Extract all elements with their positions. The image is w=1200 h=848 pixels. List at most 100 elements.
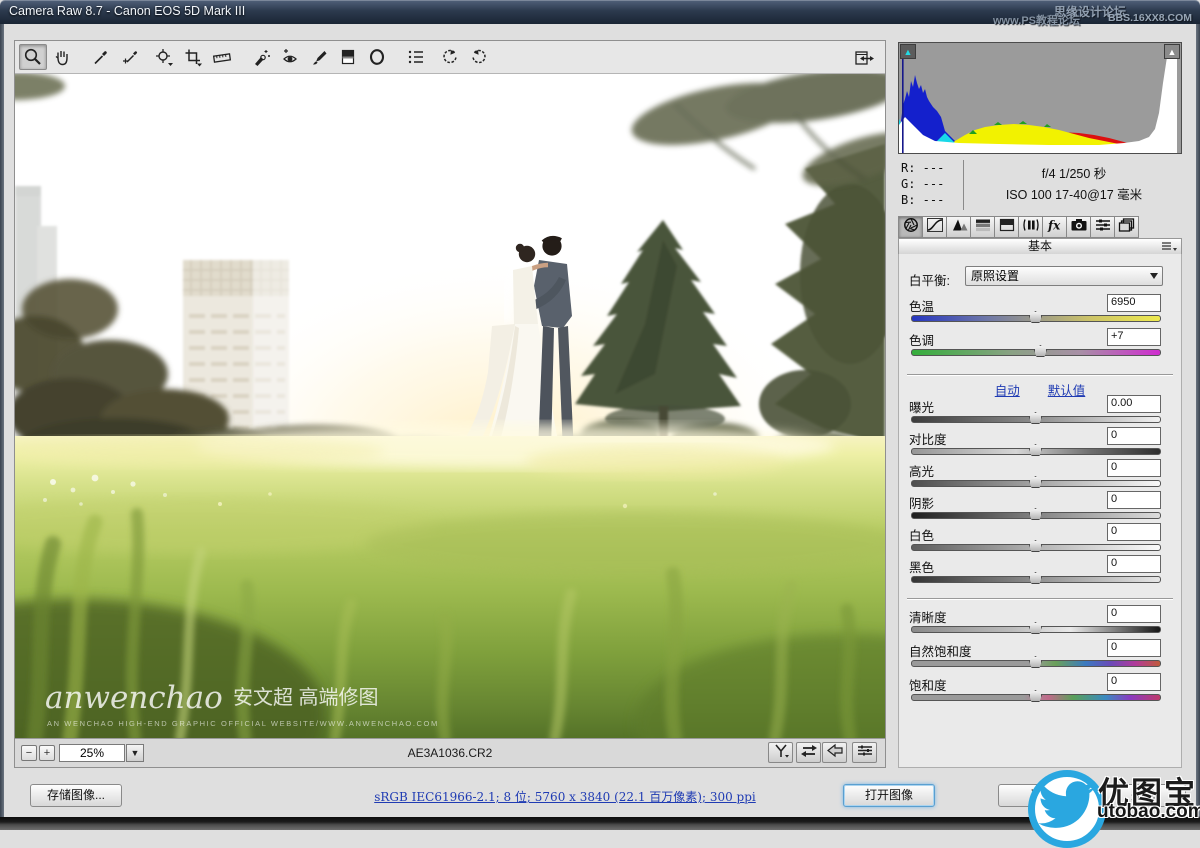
crop-tool-button[interactable] bbox=[179, 44, 207, 70]
slider-thumb[interactable] bbox=[1029, 311, 1042, 323]
exposure-slider-track[interactable] bbox=[911, 416, 1161, 423]
tab-split-toning[interactable] bbox=[994, 216, 1019, 238]
targeted-adjustment-tool-button[interactable] bbox=[150, 44, 178, 70]
image-canvas[interactable]: anwenchao 安文超 高端修图 AN WENCHAO HIGH-END G… bbox=[15, 74, 885, 738]
whites-slider-track[interactable] bbox=[911, 544, 1161, 551]
radial-filter-icon bbox=[367, 47, 387, 67]
window-title: Camera Raw 8.7 - Canon EOS 5D Mark III bbox=[9, 4, 245, 18]
tab-detail[interactable] bbox=[946, 216, 971, 238]
workflow-options-link[interactable]: sRGB IEC61966-2.1; 8 位; 5760 x 3840 (22.… bbox=[250, 788, 880, 805]
slider-thumb[interactable] bbox=[1029, 540, 1042, 552]
tab-presets[interactable] bbox=[1090, 216, 1115, 238]
forum-watermark-line3: BBS.16XX8.COM bbox=[1108, 12, 1192, 24]
save-image-button[interactable]: 存储图像... bbox=[30, 784, 122, 807]
blacks-value-input[interactable]: 0 bbox=[1107, 555, 1161, 573]
exposure-value-input[interactable]: 0.00 bbox=[1107, 395, 1161, 413]
saturation-slider-track[interactable] bbox=[911, 694, 1161, 701]
vibrance-value-input[interactable]: 0 bbox=[1107, 639, 1161, 657]
svg-text:fx: fx bbox=[1047, 218, 1061, 232]
spot-removal-icon bbox=[251, 47, 271, 67]
tint-slider-track[interactable] bbox=[911, 349, 1161, 356]
slider-thumb[interactable] bbox=[1034, 345, 1047, 357]
blacks-slider-track[interactable] bbox=[911, 576, 1161, 583]
histogram[interactable]: ▲ ▲ bbox=[898, 42, 1182, 154]
tab-lens-corrections[interactable] bbox=[1018, 216, 1043, 238]
split-toning-icon bbox=[998, 217, 1016, 238]
rotate-right-button[interactable] bbox=[465, 44, 493, 70]
whites-value-input[interactable]: 0 bbox=[1107, 523, 1161, 541]
clarity-slider-track[interactable] bbox=[911, 626, 1161, 633]
tab-camera-calibration[interactable] bbox=[1066, 216, 1091, 238]
twitter-bird-icon bbox=[1036, 780, 1100, 837]
separator bbox=[907, 374, 1173, 375]
adjustment-brush-tool-button[interactable] bbox=[305, 44, 333, 70]
default-link[interactable]: 默认值 bbox=[1048, 384, 1086, 398]
b-value: B: --- bbox=[901, 192, 961, 208]
slider-label: 自然饱和度 bbox=[909, 641, 972, 660]
zoom-tool-button[interactable] bbox=[19, 44, 47, 70]
slider-thumb[interactable] bbox=[1029, 690, 1042, 702]
open-image-button[interactable]: 打开图像 bbox=[843, 784, 935, 807]
adjustments-panel: ▲ ▲ R: --- G: --- B: --- f/4 1/250 秒 ISO… bbox=[895, 40, 1188, 768]
shadows-slider-track[interactable] bbox=[911, 512, 1161, 519]
snapshots-icon bbox=[1118, 217, 1136, 238]
presets-icon bbox=[1094, 217, 1112, 238]
fullscreen-icon bbox=[853, 48, 875, 68]
zoom-icon bbox=[23, 47, 43, 67]
temperature-slider-track[interactable] bbox=[911, 315, 1161, 322]
rotate-left-button[interactable] bbox=[436, 44, 464, 70]
slider-thumb[interactable] bbox=[1029, 412, 1042, 424]
white-balance-tool-button[interactable] bbox=[87, 44, 115, 70]
graduated-filter-icon bbox=[338, 47, 358, 67]
slider-thumb[interactable] bbox=[1029, 444, 1042, 456]
tab-hsl-grayscale[interactable] bbox=[970, 216, 995, 238]
highlight-clipping-warning-button[interactable]: ▲ bbox=[1164, 44, 1180, 59]
white-balance-select[interactable]: 原照设置 bbox=[965, 266, 1163, 286]
slider-row-clarity: 清晰度 0 bbox=[907, 607, 1175, 637]
tab-basic[interactable] bbox=[898, 216, 923, 238]
slider-thumb[interactable] bbox=[1029, 476, 1042, 488]
straighten-tool-button[interactable] bbox=[208, 44, 236, 70]
preferences-button[interactable] bbox=[402, 44, 430, 70]
preview-preferences-button[interactable] bbox=[852, 742, 877, 763]
hand-tool-button[interactable] bbox=[48, 44, 76, 70]
spot-removal-tool-button[interactable] bbox=[247, 44, 275, 70]
swap-settings-button[interactable] bbox=[796, 742, 821, 763]
graduated-filter-tool-button[interactable] bbox=[334, 44, 362, 70]
toggle-fullscreen-button[interactable] bbox=[850, 45, 878, 71]
highlights-value-input[interactable]: 0 bbox=[1107, 459, 1161, 477]
tab-tone-curve[interactable] bbox=[922, 216, 947, 238]
saturation-value-input[interactable]: 0 bbox=[1107, 673, 1161, 691]
color-sampler-tool-button[interactable] bbox=[116, 44, 144, 70]
slider-row-exposure: 曝光 0.00 bbox=[907, 397, 1175, 427]
slider-thumb[interactable] bbox=[1029, 656, 1042, 668]
tab-effects[interactable]: fx bbox=[1042, 216, 1067, 238]
slider-thumb[interactable] bbox=[1029, 508, 1042, 520]
tint-value-input[interactable]: +7 bbox=[1107, 328, 1161, 346]
slider-row-contrast: 对比度 0 bbox=[907, 429, 1175, 459]
copy-settings-button[interactable] bbox=[822, 742, 847, 763]
temperature-value-input[interactable]: 6950 bbox=[1107, 294, 1161, 312]
slider-label: 白色 bbox=[909, 525, 934, 544]
hsl-icon bbox=[974, 217, 992, 238]
tab-snapshots[interactable] bbox=[1114, 216, 1139, 238]
slider-thumb[interactable] bbox=[1029, 572, 1042, 584]
photo-wedding-field: anwenchao 安文超 高端修图 AN WENCHAO HIGH-END G… bbox=[15, 74, 885, 738]
slider-label: 黑色 bbox=[909, 557, 934, 576]
white-balance-value: 原照设置 bbox=[971, 269, 1019, 283]
radial-filter-tool-button[interactable] bbox=[363, 44, 391, 70]
slider-thumb[interactable] bbox=[1029, 622, 1042, 634]
contrast-value-input[interactable]: 0 bbox=[1107, 427, 1161, 445]
contrast-slider-track[interactable] bbox=[911, 448, 1161, 455]
vibrance-slider-track[interactable] bbox=[911, 660, 1161, 667]
red-eye-removal-tool-button[interactable] bbox=[276, 44, 304, 70]
shadow-clipping-warning-button[interactable]: ▲ bbox=[900, 44, 916, 59]
basic-panel-header: 基本 bbox=[898, 238, 1182, 255]
highlights-slider-track[interactable] bbox=[911, 480, 1161, 487]
shadows-value-input[interactable]: 0 bbox=[1107, 491, 1161, 509]
preview-mode-button[interactable] bbox=[768, 742, 793, 763]
auto-link[interactable]: 自动 bbox=[995, 384, 1020, 398]
white-balance-label: 白平衡: bbox=[909, 270, 950, 289]
clarity-value-input[interactable]: 0 bbox=[1107, 605, 1161, 623]
panel-menu-button[interactable] bbox=[1161, 241, 1177, 252]
